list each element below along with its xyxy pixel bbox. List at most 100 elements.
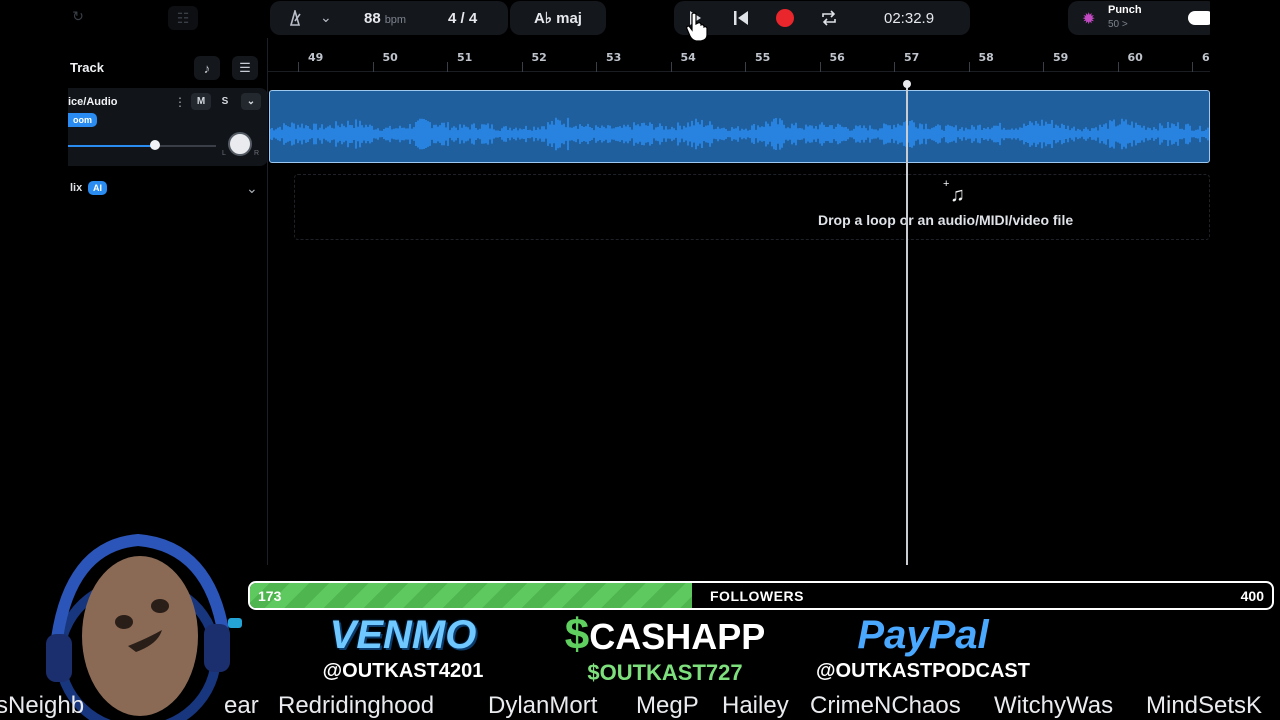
key-value: A♭ maj <box>534 10 582 27</box>
ticker-item: sNeighb <box>0 692 85 719</box>
time-signature[interactable]: 4 / 4 <box>448 10 477 27</box>
ruler-tick <box>670 62 672 72</box>
ticker-item: DylanMort <box>488 692 598 719</box>
paypal-block: PayPal @OUTKASTPODCAST <box>810 612 1036 684</box>
track-menu-icon[interactable]: ⋮ <box>174 95 186 109</box>
tuner-button[interactable]: ♪ <box>194 56 220 80</box>
key-selector[interactable]: A♭ maj <box>510 1 606 35</box>
track-expand-icon[interactable]: ⌄ <box>241 93 261 110</box>
punch-control[interactable]: ✹ Punch 50 > <box>1068 1 1210 35</box>
ruler-bar-number: 53 <box>606 51 622 64</box>
ruler-bar-number: 55 <box>755 51 771 64</box>
venmo-block: VENMO @OUTKAST4201 <box>310 612 496 684</box>
cashapp-handle: $OUTKAST727 <box>587 660 743 685</box>
daw-window: ↻ ☷ ⌄ 88 bpm 4 / 4 A♭ maj 02:32.9 ✹ Punc… <box>68 0 1210 565</box>
playhead[interactable] <box>906 82 908 565</box>
tempo-unit: bpm <box>384 14 407 26</box>
drop-zone-text: Drop a loop or an audio/MIDI/video file <box>818 212 1074 228</box>
volume-fader-handle[interactable] <box>150 140 160 150</box>
ruler-tick <box>521 62 523 72</box>
venmo-handle: @OUTKAST4201 <box>322 660 484 682</box>
ruler-bar-number: 57 <box>904 51 920 64</box>
pan-knob[interactable] <box>228 132 252 156</box>
followers-goal: 400 <box>1240 588 1264 604</box>
timeline-ruler[interactable]: 49 50 51 52 53 54 55 56 57 58 59 60 6 <box>268 44 1210 72</box>
ruler-tick <box>1117 62 1119 72</box>
ticker-item: ear <box>224 692 259 719</box>
solo-button[interactable]: S <box>215 93 235 110</box>
cashapp-brand: CASHAPP <box>589 616 766 657</box>
punch-label: Punch <box>1108 4 1142 16</box>
ruler-bar-number: 51 <box>457 51 473 64</box>
volume-fader-fill <box>68 145 156 147</box>
punch-icon: ✹ <box>1082 11 1096 28</box>
audio-clip[interactable] <box>269 90 1210 163</box>
volume-fader-track[interactable] <box>156 145 216 147</box>
followers-progress-fill <box>250 583 692 608</box>
redo-icon[interactable]: ↻ <box>68 8 88 25</box>
metronome-dropdown-icon[interactable]: ⌄ <box>320 9 332 26</box>
keyboard-icon[interactable]: ☷ <box>168 6 198 30</box>
mix-label: lix <box>70 182 83 194</box>
ruler-bar-number: 49 <box>308 51 324 64</box>
track-header[interactable]: ice/Audio oom ⋮ M S ⌄ L R <box>68 88 268 166</box>
transport-toolbar: ↻ ☷ ⌄ 88 bpm 4 / 4 A♭ maj 02:32.9 ✹ Punc… <box>68 0 1210 38</box>
ruler-tick <box>372 62 374 72</box>
track-name[interactable]: ice/Audio <box>68 96 118 108</box>
cashapp-block: $CASHAPP $OUTKAST727 <box>540 612 790 686</box>
ticker-item: WitchyWas <box>994 692 1114 719</box>
ruler-bar-number: 60 <box>1127 51 1143 64</box>
punch-sub: 50 > <box>1108 19 1128 30</box>
tempo-value[interactable]: 88 <box>364 10 381 27</box>
followers-label: FOLLOWERS <box>710 588 804 604</box>
paypal-logo: PayPal <box>857 613 989 657</box>
ruler-tick <box>819 62 821 72</box>
master-mix-row[interactable]: lix AI ⌄ <box>68 176 268 204</box>
ruler-tick <box>1192 62 1193 72</box>
metronome-tempo-group: ⌄ 88 bpm 4 / 4 <box>270 1 508 35</box>
mute-button[interactable]: M <box>191 93 211 110</box>
hand-cursor-icon <box>686 12 708 42</box>
ruler-bar-number: 59 <box>1053 51 1069 64</box>
skip-back-icon[interactable] <box>732 10 750 26</box>
ruler-bar-number: 56 <box>829 51 845 64</box>
ruler-bar-number: 58 <box>978 51 994 64</box>
ruler-tick <box>596 62 597 72</box>
ruler-tick <box>447 62 448 72</box>
ai-badge[interactable]: AI <box>88 181 107 195</box>
ruler-tick <box>745 62 746 72</box>
record-button[interactable] <box>776 9 794 27</box>
ruler-tick <box>1043 62 1044 72</box>
supporter-ticker: sNeighb ear Redridinghood DylanMort MegP… <box>0 690 1280 720</box>
mixer-settings-button[interactable]: ☰ <box>232 56 258 80</box>
track-panel: Track ♪ ☰ ice/Audio oom ⋮ M S ⌄ L R lix … <box>68 38 268 565</box>
ruler-bar-number: 6 <box>1202 51 1210 64</box>
mix-expand-icon[interactable]: ⌄ <box>246 180 258 197</box>
add-track-label[interactable]: Track <box>70 60 104 75</box>
ticker-item: Hailey <box>722 692 789 719</box>
ticker-item: MindSetsK <box>1146 692 1263 719</box>
drop-zone[interactable] <box>294 174 1210 240</box>
transport-controls: 02:32.9 <box>674 1 970 35</box>
ruler-tick <box>968 62 970 72</box>
followers-goal-bar: 173 FOLLOWERS 400 <box>248 581 1274 610</box>
ruler-bar-number: 54 <box>680 51 696 64</box>
cashapp-logo: $CASHAPP <box>540 612 790 660</box>
pan-right-label: R <box>254 150 260 157</box>
loop-icon[interactable] <box>820 9 838 27</box>
ticker-item: Redridinghood <box>278 692 435 719</box>
followers-current: 173 <box>258 588 282 604</box>
time-display: 02:32.9 <box>884 10 935 27</box>
add-music-icon: ♫+ <box>943 178 965 206</box>
ruler-bar-number: 50 <box>382 51 398 64</box>
punch-toggle[interactable] <box>1188 11 1210 25</box>
track-badge: oom <box>68 113 97 127</box>
paypal-handle: @OUTKASTPODCAST <box>816 660 1030 682</box>
metronome-icon[interactable] <box>286 10 304 26</box>
pan-left-label: L <box>222 150 226 157</box>
ruler-bar-number: 52 <box>531 51 547 64</box>
waveform-path <box>270 117 1209 151</box>
waveform <box>270 117 1209 151</box>
playhead-handle[interactable] <box>903 80 911 88</box>
ruler-tick <box>298 62 299 72</box>
